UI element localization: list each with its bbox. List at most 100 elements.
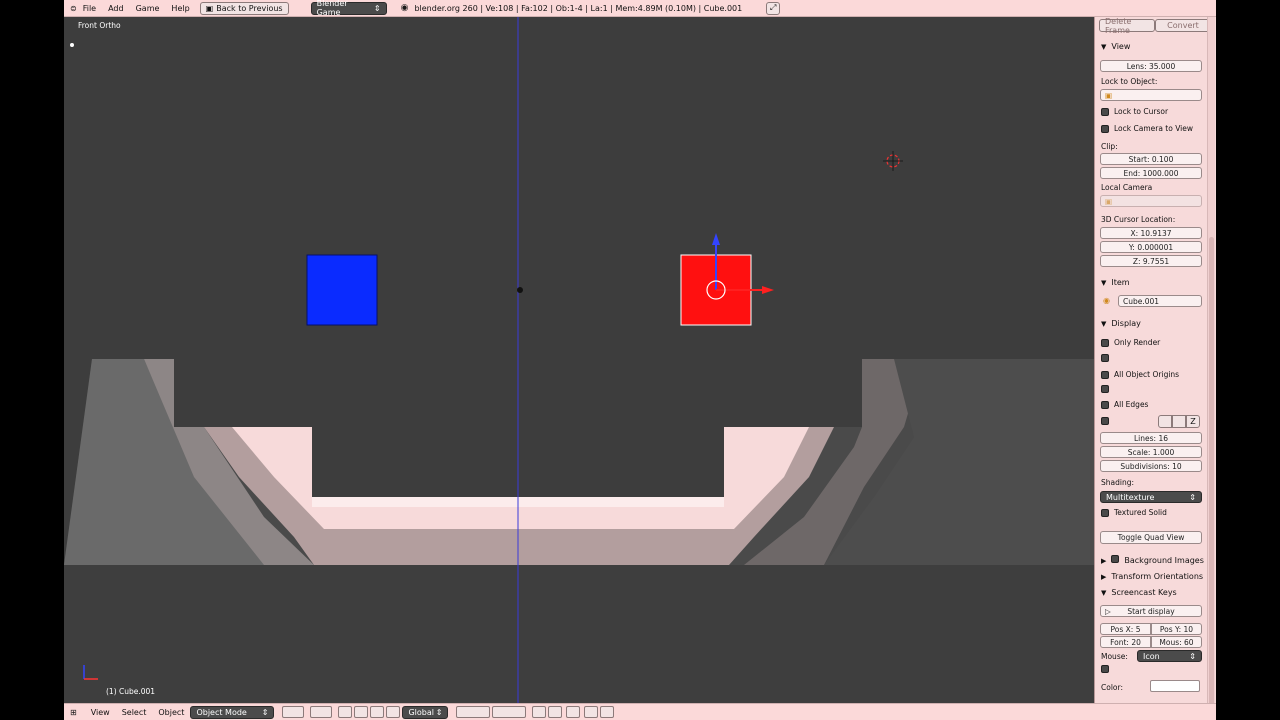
relationship-lines-option[interactable] bbox=[1101, 385, 1201, 393]
3d-viewport[interactable]: Front Ortho (1) Cube.001 bbox=[64, 17, 1094, 703]
orientation-select[interactable]: Global ⇕ bbox=[402, 705, 449, 719]
rotate-manipulator[interactable] bbox=[370, 706, 385, 718]
mouse-select[interactable]: Icon ⇕ bbox=[1137, 650, 1202, 662]
pos-x-field[interactable]: Pos X: 5 bbox=[1100, 623, 1151, 635]
gizmo-x-arrow[interactable] bbox=[762, 286, 774, 294]
outline-selected-option[interactable] bbox=[1101, 354, 1201, 362]
manipulator-toggle[interactable] bbox=[338, 706, 353, 718]
translate-manipulator[interactable] bbox=[354, 706, 369, 718]
toggle-quad-view-button[interactable]: Toggle Quad View bbox=[1100, 531, 1202, 544]
lock-object-field[interactable]: ▣ bbox=[1100, 89, 1202, 101]
tab-convert[interactable]: Convert bbox=[1155, 19, 1211, 32]
lock-to-cursor-option[interactable]: Lock to Cursor bbox=[1101, 107, 1201, 116]
active-object-label: (1) Cube.001 bbox=[106, 687, 156, 696]
outline-selected-checkbox[interactable] bbox=[1101, 354, 1109, 362]
blue-cube[interactable] bbox=[306, 254, 378, 326]
textured-solid-checkbox[interactable] bbox=[1101, 508, 1109, 517]
color-swatch[interactable] bbox=[1150, 680, 1200, 692]
menu-help[interactable]: Help bbox=[165, 4, 195, 13]
lock-to-cursor-checkbox[interactable] bbox=[1101, 107, 1109, 116]
scale-manipulator[interactable] bbox=[386, 706, 401, 718]
layers-button[interactable] bbox=[456, 706, 491, 718]
viewport-scene bbox=[64, 17, 1094, 703]
item-section-title: Item bbox=[1111, 278, 1130, 287]
mouse-option[interactable] bbox=[1101, 665, 1201, 673]
menu-select[interactable]: Select bbox=[116, 708, 153, 717]
editor-type-icon[interactable]: ⊞ bbox=[70, 708, 77, 717]
menu-object[interactable]: Object bbox=[152, 708, 190, 717]
lock-camera-checkbox[interactable] bbox=[1101, 124, 1109, 133]
mouse-size-field[interactable]: Mous: 60 bbox=[1151, 636, 1202, 648]
snap-element-button[interactable] bbox=[566, 706, 581, 718]
fullscreen-button[interactable]: ⤢ bbox=[766, 1, 781, 15]
pivot-point-button[interactable] bbox=[310, 706, 333, 718]
item-section-header[interactable]: ▼ Item bbox=[1101, 278, 1130, 287]
proportional-edit-button[interactable] bbox=[532, 706, 547, 718]
panel-scrollbar[interactable] bbox=[1207, 17, 1215, 707]
background-images-checkbox[interactable] bbox=[1111, 555, 1120, 563]
mouse-checkbox[interactable] bbox=[1101, 665, 1109, 673]
display-section-header[interactable]: ▼ Display bbox=[1101, 319, 1141, 328]
start-display-button[interactable]: ▷ Start display bbox=[1100, 605, 1202, 617]
lock-to-object-label: Lock to Object: bbox=[1101, 77, 1158, 86]
clip-start-field[interactable]: Start: 0.100 bbox=[1100, 153, 1202, 165]
background-images-header[interactable]: ▶ Background Images bbox=[1101, 555, 1204, 565]
screencast-keys-header[interactable]: ▼ Screencast Keys bbox=[1101, 588, 1177, 597]
lock-camera-option[interactable]: Lock Camera to View bbox=[1101, 124, 1201, 133]
axis-x-toggle[interactable] bbox=[1158, 415, 1172, 428]
grid-lines-field[interactable]: Lines: 16 bbox=[1100, 432, 1202, 444]
pos-y-field[interactable]: Pos Y: 10 bbox=[1151, 623, 1202, 635]
relationship-lines-checkbox[interactable] bbox=[1101, 385, 1109, 393]
only-render-option[interactable]: Only Render bbox=[1101, 338, 1201, 347]
gizmo-z-arrow[interactable] bbox=[712, 233, 720, 245]
scrollbar-thumb[interactable] bbox=[1209, 237, 1214, 707]
cursor-x-field[interactable]: X: 10.9137 bbox=[1100, 227, 1202, 239]
engine-select[interactable]: Blender Game ⇕ bbox=[310, 0, 387, 17]
updown-icon: ⇕ bbox=[435, 707, 443, 717]
lens-field[interactable]: Lens: 35.000 bbox=[1100, 60, 1202, 72]
updown-icon: ⇕ bbox=[1189, 651, 1196, 661]
grid-subdivisions-field[interactable]: Subdivisions: 10 bbox=[1100, 460, 1202, 472]
mode-select-value: Object Mode bbox=[196, 707, 247, 717]
all-edges-checkbox[interactable] bbox=[1101, 400, 1109, 409]
object-icon: ◉ bbox=[1103, 296, 1110, 305]
opengl-animation-button[interactable] bbox=[600, 706, 615, 718]
menu-view[interactable]: View bbox=[85, 708, 116, 717]
back-to-previous-button[interactable]: ▣ Back to Previous bbox=[199, 1, 289, 15]
menu-game[interactable]: Game bbox=[130, 4, 166, 13]
all-edges-option[interactable]: All Edges bbox=[1101, 400, 1201, 409]
all-object-origins-option[interactable]: All Object Origins bbox=[1101, 370, 1201, 379]
cursor-location-label: 3D Cursor Location: bbox=[1101, 215, 1176, 224]
editor-type-icon[interactable]: ⊜ bbox=[70, 4, 77, 13]
textured-solid-option[interactable]: Textured Solid bbox=[1101, 508, 1201, 517]
axis-z-toggle[interactable]: Z bbox=[1186, 415, 1200, 428]
clip-end-field[interactable]: End: 1000.000 bbox=[1100, 167, 1202, 179]
axis-y-toggle[interactable] bbox=[1172, 415, 1186, 428]
snap-toggle[interactable] bbox=[548, 706, 563, 718]
font-row: Font: 20 Mous: 60 bbox=[1100, 636, 1202, 648]
cube-icon: ▣ bbox=[1105, 90, 1113, 100]
grid-floor-checkbox[interactable] bbox=[1101, 417, 1109, 425]
menu-add[interactable]: Add bbox=[102, 4, 130, 13]
local-camera-label: Local Camera bbox=[1101, 183, 1153, 192]
grid-scale-field[interactable]: Scale: 1.000 bbox=[1100, 446, 1202, 458]
all-object-origins-checkbox[interactable] bbox=[1101, 370, 1109, 379]
expanded-triangle-icon: ▼ bbox=[1101, 320, 1107, 328]
color-label: Color: bbox=[1101, 683, 1123, 692]
menu-file[interactable]: File bbox=[77, 4, 102, 13]
only-render-checkbox[interactable] bbox=[1101, 338, 1109, 347]
shading-mode-button[interactable] bbox=[282, 706, 305, 718]
layers-button-2[interactable] bbox=[492, 706, 527, 718]
opengl-render-button[interactable] bbox=[584, 706, 599, 718]
tab-delete-frame[interactable]: Delete Frame bbox=[1099, 17, 1155, 35]
shading-select[interactable]: Multitexture ⇕ bbox=[1100, 491, 1202, 503]
view-section-header[interactable]: ▼ View bbox=[1101, 42, 1130, 51]
cursor-y-field[interactable]: Y: 0.000001 bbox=[1100, 241, 1202, 253]
object-name-field[interactable]: Cube.001 bbox=[1118, 295, 1202, 307]
transform-orientations-header[interactable]: ▶ Transform Orientations bbox=[1101, 572, 1203, 581]
mode-select[interactable]: Object Mode ⇕ bbox=[190, 705, 275, 719]
engine-select-value: Blender Game bbox=[316, 0, 348, 17]
cursor-z-field[interactable]: Z: 9.7551 bbox=[1100, 255, 1202, 267]
font-size-field[interactable]: Font: 20 bbox=[1100, 636, 1151, 648]
local-camera-field[interactable]: ▣ bbox=[1100, 195, 1202, 207]
